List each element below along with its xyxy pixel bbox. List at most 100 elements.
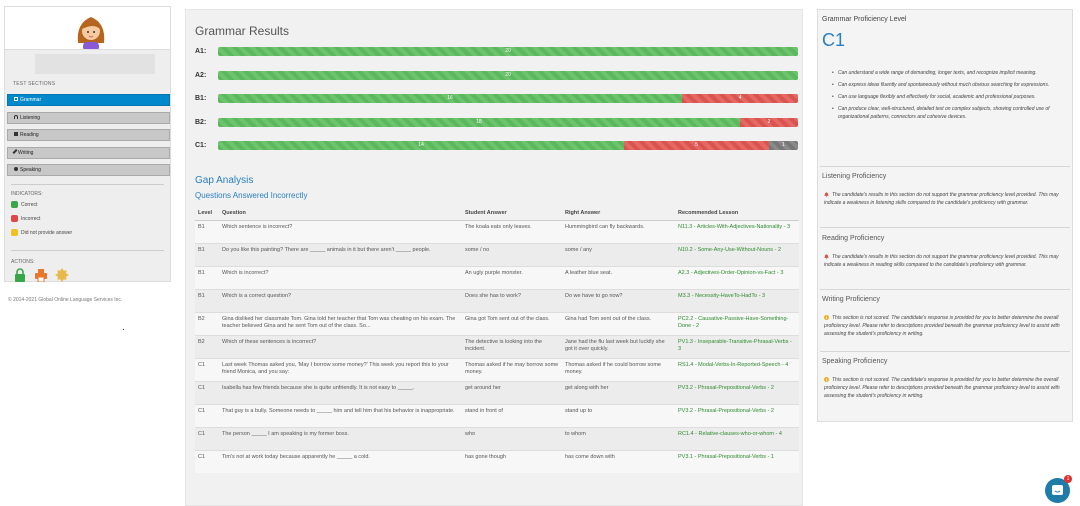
question-cell: Which is a correct question? xyxy=(219,288,462,312)
section-grammar-button[interactable]: Grammar xyxy=(7,94,170,106)
question-cell: Gina disliked her classmate Tom. Gina to… xyxy=(219,311,462,335)
question-cell: Which sentence is incorrect? xyxy=(219,219,462,243)
test-sections-title: TEST SECTIONS xyxy=(13,81,56,87)
question-cell: That guy is a bully. Someone needs to __… xyxy=(219,403,462,427)
gap-analysis-title: Gap Analysis xyxy=(195,175,254,186)
section-speaking-button[interactable]: Speaking xyxy=(7,164,170,176)
microphone-icon xyxy=(14,167,18,171)
lesson-link[interactable]: RS1.4 - Modal-Verbs-In-Reported-Speech -… xyxy=(675,357,799,381)
correct-swatch xyxy=(11,201,18,208)
incorrect-segment: 5 xyxy=(624,141,769,150)
result-row-b1: B1: 16 4 xyxy=(195,94,799,103)
right-answer-cell: get along with her xyxy=(562,380,675,404)
student-answer-cell: Thomas asked if he may borrow some money… xyxy=(462,357,562,381)
section-reading-button[interactable]: Reading xyxy=(7,129,170,141)
lock-icon[interactable] xyxy=(13,268,27,282)
proficiency-panel: Grammar Proficiency Level C1 Can underst… xyxy=(817,9,1073,422)
student-answer-cell: has gone though xyxy=(462,449,562,473)
no-answer-swatch xyxy=(11,229,18,236)
incorrect-swatch xyxy=(11,215,18,222)
level-label: B1: xyxy=(195,95,207,102)
descriptor-item: Can express ideas fluently and spontaneo… xyxy=(832,81,1068,89)
lesson-link[interactable]: PV3.2 - Phrasal-Prepositional-Verbs - 2 xyxy=(675,403,799,427)
reading-proficiency-title: Reading Proficiency xyxy=(822,235,885,242)
lesson-link[interactable]: A2.3 - Adjectives-Order-Opinion-vs-Fact … xyxy=(675,265,799,289)
badge-icon[interactable] xyxy=(55,268,69,282)
section-listening-button[interactable]: Listening xyxy=(7,112,170,124)
no-answer-segment: 1 xyxy=(769,141,798,150)
right-answer-cell: Gina had Tom sent out of the class. xyxy=(562,311,675,335)
section-writing-button[interactable]: Writing xyxy=(7,147,170,159)
divider xyxy=(11,184,164,185)
speaking-proficiency-title: Speaking Proficiency xyxy=(822,358,888,365)
lesson-link[interactable]: PV3.2 - Phrasal-Prepositional-Verbs - 2 xyxy=(675,380,799,404)
level-cell: C1 xyxy=(195,403,219,427)
info-circle-icon xyxy=(824,315,829,320)
lesson-link[interactable]: RC1.4 - Relative-clauses-who-or-whom - 4 xyxy=(675,426,799,450)
sidebar-card: TEST SECTIONS Grammar Listening Reading … xyxy=(4,50,171,282)
writing-proficiency-title: Writing Proficiency xyxy=(822,296,880,303)
table-header: Level Question Student Answer Right Answ… xyxy=(195,207,799,221)
student-answer-cell: get around her xyxy=(462,380,562,404)
level-cell: B1 xyxy=(195,242,219,266)
right-answer-cell: stand up to xyxy=(562,403,675,427)
question-cell: Tim's not at work today because apparent… xyxy=(219,449,462,473)
lesson-link[interactable]: PC2.2 - Causative-Passive-Have-Something… xyxy=(675,311,799,335)
student-answer-cell: The detective is looking into the incide… xyxy=(462,334,562,358)
lesson-link[interactable]: PV1.3 - Inseparable-Transitive-Phrasal-V… xyxy=(675,334,799,358)
bell-icon xyxy=(824,254,829,259)
table-row: C1 That guy is a bully. Someone needs to … xyxy=(195,403,799,427)
level-cell: C1 xyxy=(195,426,219,450)
correct-segment: 20 xyxy=(218,47,798,56)
print-icon[interactable] xyxy=(34,268,48,282)
column-header: Recommended Lesson xyxy=(675,207,799,221)
question-cell: Which of these sentences is incorrect? xyxy=(219,334,462,358)
speaking-proficiency-note: This section is not scored. The candidat… xyxy=(824,377,1060,399)
level-cell: B1 xyxy=(195,219,219,243)
correct-segment: 16 xyxy=(218,94,682,103)
column-header: Level xyxy=(195,207,219,221)
question-cell: Do you like this painting? There are ___… xyxy=(219,242,462,266)
proficiency-level: C1 xyxy=(822,30,846,50)
headphones-icon xyxy=(14,115,18,119)
column-header: Student Answer xyxy=(462,207,562,221)
table-row: C1 Isabella has few friends because she i… xyxy=(195,380,799,404)
descriptor-list: Can understand a wide range of demanding… xyxy=(832,69,1068,125)
profile-card xyxy=(4,6,171,50)
divider xyxy=(820,166,1070,167)
question-cell: Which is incorrect? xyxy=(219,265,462,289)
result-row-a1: A1: 20 xyxy=(195,47,799,56)
gap-analysis-table: Level Question Student Answer Right Answ… xyxy=(195,207,799,473)
bell-icon xyxy=(824,192,829,197)
result-row-b2: B2: 18 2 xyxy=(195,118,799,127)
correct-segment: 20 xyxy=(218,71,798,80)
right-answer-cell: some / any xyxy=(562,242,675,266)
descriptor-item: Can produce clear, well-structured, deta… xyxy=(832,105,1068,121)
lesson-link[interactable]: M3.3 - Necessity-HaveTo-HadTo - 3 xyxy=(675,288,799,312)
lesson-link[interactable]: N10.2 - Some-Any-Use-Without-Nouns - 2 xyxy=(675,242,799,266)
incorrect-segment: 4 xyxy=(682,94,798,103)
result-row-a2: A2: 20 xyxy=(195,71,799,80)
student-answer-cell: Gina got Tom sent out of the class. xyxy=(462,311,562,335)
table-row: B1 Which is incorrect? An ugly purple mons… xyxy=(195,265,799,289)
pencil-icon xyxy=(12,149,18,154)
writing-proficiency-note: This section is not scored. The candidat… xyxy=(824,315,1060,337)
student-answer-cell: stand in front of xyxy=(462,403,562,427)
question-cell: Last week Thomas asked you, 'May I borro… xyxy=(219,357,462,381)
level-cell: B1 xyxy=(195,288,219,312)
indicator-correct: Correct xyxy=(11,201,37,209)
lesson-link[interactable]: PV3.1 - Phrasal-Prepositional-Verbs - 1 xyxy=(675,449,799,473)
indicators-title: INDICATORS: xyxy=(11,191,43,197)
incorrect-segment: 2 xyxy=(740,118,798,127)
level-label: B2: xyxy=(195,119,207,126)
lesson-link[interactable]: N11.3 - Articles-With-Adjectives-Nationa… xyxy=(675,219,799,243)
level-cell: B2 xyxy=(195,334,219,358)
table-row: B1 Which is a correct question? Does she h… xyxy=(195,288,799,312)
descriptor-item: Can use language flexibly and effectivel… xyxy=(832,93,1068,101)
student-answer-cell: An ugly purple monster. xyxy=(462,265,562,289)
listening-proficiency-title: Listening Proficiency xyxy=(822,173,887,180)
level-cell: B2 xyxy=(195,311,219,335)
results-panel: Grammar Results A1: 20 A2: 20 B1: 16 4 B2… xyxy=(185,9,803,506)
copyright-text: © 2014-2021 Global Online Language Servi… xyxy=(8,297,123,303)
proficiency-title: Grammar Proficiency Level xyxy=(822,16,907,23)
